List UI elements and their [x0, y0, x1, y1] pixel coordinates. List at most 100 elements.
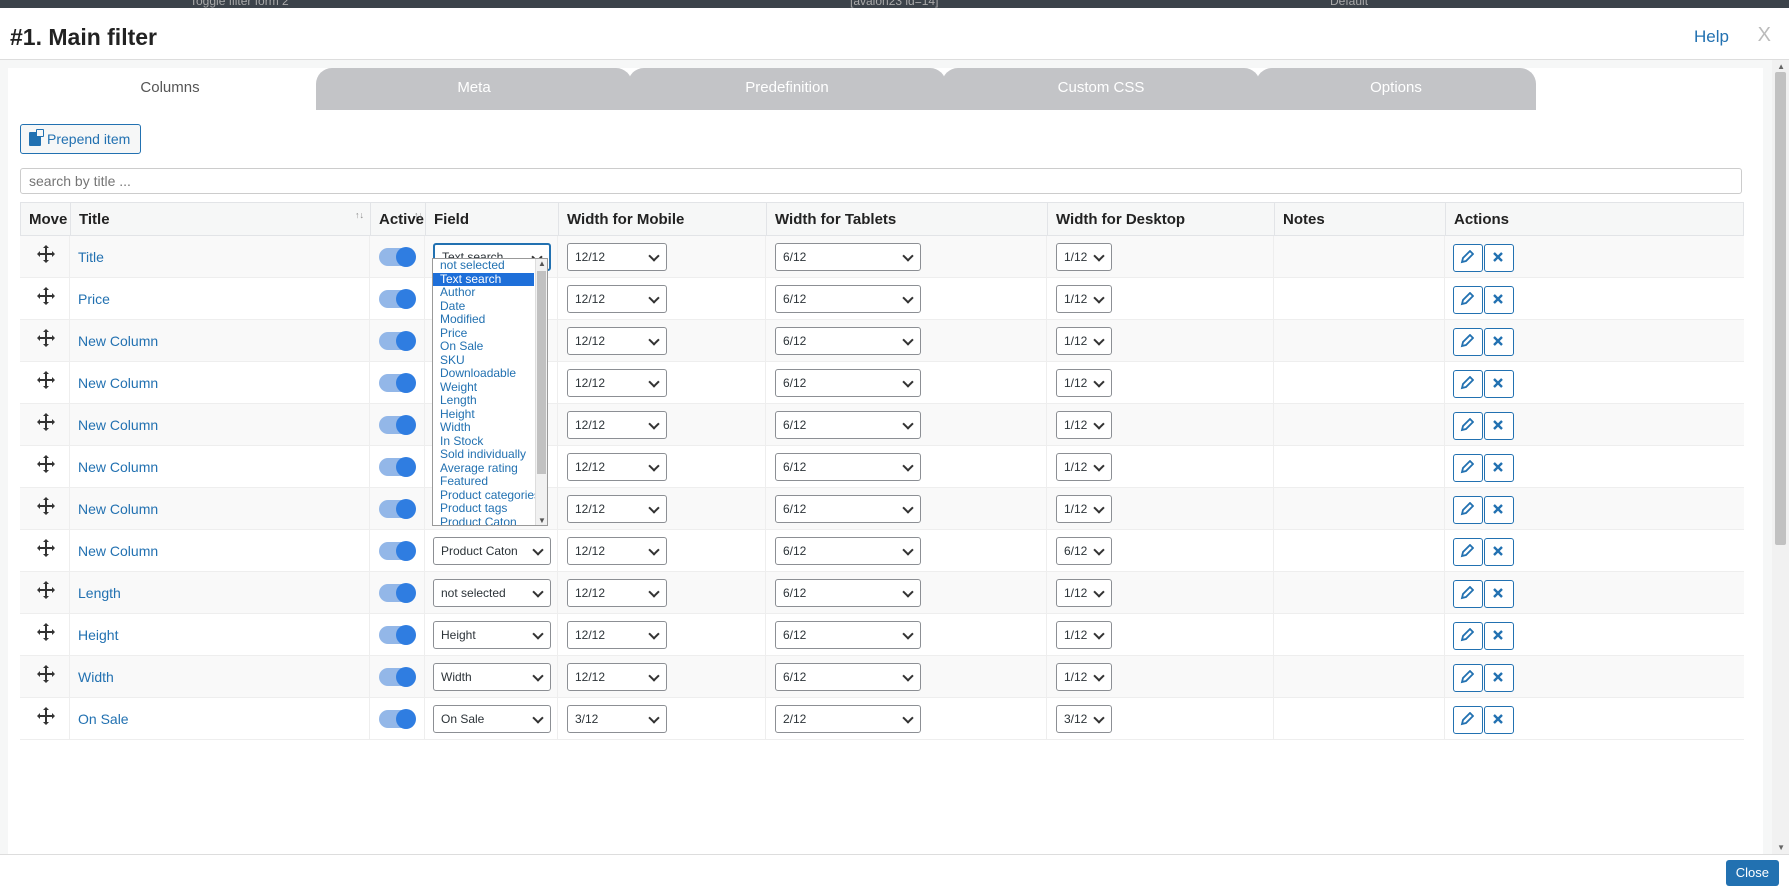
desktop-width-select[interactable]: 1/12: [1056, 663, 1112, 691]
edit-button[interactable]: [1453, 244, 1483, 272]
tablet-width-select[interactable]: 6/12: [775, 453, 921, 481]
tab-meta[interactable]: Meta: [316, 68, 632, 110]
column-title-link[interactable]: New Column: [78, 501, 158, 517]
tablet-width-select[interactable]: 6/12: [775, 369, 921, 397]
mobile-width-select[interactable]: 12/12: [567, 495, 667, 523]
active-toggle[interactable]: [379, 415, 416, 435]
active-toggle[interactable]: [379, 457, 416, 477]
dropdown-option[interactable]: Width: [433, 420, 547, 435]
scroll-down-icon[interactable]: ▼: [1777, 843, 1785, 852]
edit-button[interactable]: [1453, 496, 1483, 524]
move-arrows-icon[interactable]: [36, 580, 56, 600]
tab-options[interactable]: Options: [1256, 68, 1536, 110]
desktop-width-select[interactable]: 3/12: [1056, 705, 1112, 733]
delete-button[interactable]: [1484, 328, 1514, 356]
desktop-width-select[interactable]: 1/12: [1056, 243, 1112, 271]
edit-button[interactable]: [1453, 454, 1483, 482]
mobile-width-select[interactable]: 12/12: [567, 663, 667, 691]
desktop-width-select[interactable]: 1/12: [1056, 411, 1112, 439]
edit-button[interactable]: [1453, 412, 1483, 440]
tablet-width-select[interactable]: 2/12: [775, 705, 921, 733]
mobile-width-select[interactable]: 12/12: [567, 537, 667, 565]
tablet-width-select[interactable]: 6/12: [775, 285, 921, 313]
dropdown-option[interactable]: Product tags: [433, 501, 547, 516]
column-title-link[interactable]: Width: [78, 669, 114, 685]
dropdown-option[interactable]: Author: [433, 285, 547, 300]
tablet-width-select[interactable]: 6/12: [775, 621, 921, 649]
active-toggle[interactable]: [379, 625, 416, 645]
mobile-width-select[interactable]: 3/12: [567, 705, 667, 733]
dropdown-option[interactable]: SKU: [433, 353, 547, 368]
delete-button[interactable]: [1484, 664, 1514, 692]
close-icon[interactable]: X: [1758, 24, 1771, 47]
field-select[interactable]: Product Caton: [433, 537, 551, 565]
tablet-width-select[interactable]: 6/12: [775, 663, 921, 691]
edit-button[interactable]: [1453, 286, 1483, 314]
active-toggle[interactable]: [379, 247, 416, 267]
search-input[interactable]: [20, 168, 1742, 194]
delete-button[interactable]: [1484, 538, 1514, 566]
dropdown-option[interactable]: not selected: [433, 259, 547, 273]
desktop-width-select[interactable]: 1/12: [1056, 327, 1112, 355]
active-toggle[interactable]: [379, 541, 416, 561]
dropdown-option[interactable]: Modified: [433, 312, 547, 327]
delete-button[interactable]: [1484, 412, 1514, 440]
active-toggle[interactable]: [379, 373, 416, 393]
mobile-width-select[interactable]: 12/12: [567, 453, 667, 481]
mobile-width-select[interactable]: 12/12: [567, 411, 667, 439]
active-toggle[interactable]: [379, 583, 416, 603]
delete-button[interactable]: [1484, 286, 1514, 314]
scroll-down-icon[interactable]: ▼: [538, 516, 546, 525]
delete-button[interactable]: [1484, 622, 1514, 650]
mobile-width-select[interactable]: 12/12: [567, 621, 667, 649]
dropdown-option[interactable]: Downloadable: [433, 366, 547, 381]
delete-button[interactable]: [1484, 370, 1514, 398]
delete-button[interactable]: [1484, 496, 1514, 524]
column-title-link[interactable]: New Column: [78, 375, 158, 391]
mobile-width-select[interactable]: 12/12: [567, 243, 667, 271]
dropdown-option[interactable]: Product Caton: [433, 515, 547, 525]
tablet-width-select[interactable]: 6/12: [775, 411, 921, 439]
desktop-width-select[interactable]: 1/12: [1056, 495, 1112, 523]
tab-columns[interactable]: Columns: [20, 68, 320, 110]
move-arrows-icon[interactable]: [36, 370, 56, 390]
dropdown-option[interactable]: Product categories: [433, 488, 547, 503]
delete-button[interactable]: [1484, 580, 1514, 608]
move-arrows-icon[interactable]: [36, 706, 56, 726]
column-title-link[interactable]: New Column: [78, 543, 158, 559]
column-title-link[interactable]: Height: [78, 627, 118, 643]
prepend-item-button[interactable]: Prepend item: [20, 124, 142, 154]
edit-button[interactable]: [1453, 706, 1483, 734]
column-title-link[interactable]: New Column: [78, 333, 158, 349]
move-arrows-icon[interactable]: [36, 328, 56, 348]
desktop-width-select[interactable]: 6/12: [1056, 537, 1112, 565]
desktop-width-select[interactable]: 1/12: [1056, 453, 1112, 481]
edit-button[interactable]: [1453, 328, 1483, 356]
move-arrows-icon[interactable]: [36, 538, 56, 558]
header-title[interactable]: Title ↑↓: [71, 203, 371, 237]
mobile-width-select[interactable]: 12/12: [567, 579, 667, 607]
delete-button[interactable]: [1484, 454, 1514, 482]
column-title-link[interactable]: New Column: [78, 459, 158, 475]
column-title-link[interactable]: Length: [78, 585, 121, 601]
edit-button[interactable]: [1453, 664, 1483, 692]
desktop-width-select[interactable]: 1/12: [1056, 621, 1112, 649]
field-dropdown-list[interactable]: not selected Text search Author Date Modifie…: [432, 258, 548, 526]
column-title-link[interactable]: On Sale: [78, 711, 129, 727]
mobile-width-select[interactable]: 12/12: [567, 285, 667, 313]
dropdown-option[interactable]: In Stock: [433, 434, 547, 449]
mobile-width-select[interactable]: 12/12: [567, 327, 667, 355]
field-select[interactable]: Width: [433, 663, 551, 691]
dropdown-scrollbar[interactable]: ▲ ▼: [535, 259, 547, 525]
column-title-link[interactable]: Title: [78, 249, 104, 265]
active-toggle[interactable]: [379, 289, 416, 309]
move-arrows-icon[interactable]: [36, 286, 56, 306]
move-arrows-icon[interactable]: [36, 496, 56, 516]
column-title-link[interactable]: Price: [78, 291, 110, 307]
dropdown-option[interactable]: Date: [433, 299, 547, 314]
desktop-width-select[interactable]: 1/12: [1056, 579, 1112, 607]
dropdown-option[interactable]: Price: [433, 326, 547, 341]
tablet-width-select[interactable]: 6/12: [775, 579, 921, 607]
dropdown-option[interactable]: Average rating: [433, 461, 547, 476]
move-arrows-icon[interactable]: [36, 454, 56, 474]
